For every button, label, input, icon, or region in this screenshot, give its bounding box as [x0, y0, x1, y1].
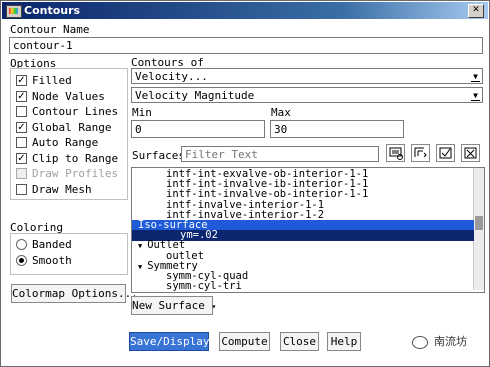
new-surface-button[interactable]: New Surface ▾ — [131, 296, 217, 315]
options-group: ✓ Filled ✓ Node Values Contour Lines ✓ Global … — [10, 68, 128, 200]
checkbox[interactable]: ✓ — [16, 152, 27, 164]
contours-category-value: Velocity... — [135, 70, 208, 83]
checkbox[interactable] — [16, 183, 27, 195]
filter-surfaces-icon[interactable] — [436, 144, 455, 162]
coloring-group: Banded Smooth — [10, 233, 128, 275]
surfaces-label: Surfaces — [132, 149, 185, 162]
chevron-down-icon: ▾ — [211, 302, 217, 311]
surfaces-list[interactable]: intf-int-exvalve-ob-interior-1-1 intf-int… — [131, 167, 485, 293]
checkbox[interactable]: ✓ — [16, 75, 27, 86]
checkbox[interactable] — [16, 137, 27, 148]
coloring-option-label: Smooth — [32, 254, 72, 267]
option-label: Auto Range — [32, 136, 99, 149]
title-bar[interactable]: Contours ✕ — [2, 2, 488, 19]
checkbox[interactable]: ✓ — [16, 121, 27, 133]
radio-button[interactable] — [16, 239, 27, 250]
max-input[interactable]: 30 — [270, 120, 404, 138]
checkbox — [16, 168, 27, 179]
new-surface-label: New Surface — [132, 299, 205, 312]
max-label: Max — [271, 106, 291, 119]
surface-label: ym=.02 — [180, 229, 218, 242]
coloring-option-label: Banded — [32, 238, 72, 251]
surfaces-filter-input[interactable] — [181, 146, 379, 162]
scrollbar-thumb[interactable] — [475, 216, 483, 230]
option-label: Node Values — [32, 89, 105, 103]
contours-dialog: Contours ✕ Contour Name contour-1 Option… — [0, 0, 490, 367]
option-label: Contour Lines — [32, 105, 119, 118]
checkbox[interactable]: ✓ — [16, 90, 27, 102]
option-label: Draw Profiles — [32, 167, 119, 180]
surface-label: symm-cyl-tri — [166, 280, 242, 293]
expand-arrow-icon[interactable]: ▼ — [138, 263, 142, 271]
option-label: Draw Mesh — [32, 182, 92, 196]
radio-button[interactable] — [16, 255, 27, 266]
window-title: Contours — [24, 4, 81, 17]
watermark-text: 南流坊 — [434, 335, 467, 348]
contours-quantity-value: Velocity Magnitude — [135, 89, 255, 102]
save-display-button[interactable]: Save/Display — [129, 332, 209, 351]
min-input[interactable]: 0 — [131, 120, 265, 138]
chevron-down-icon: ▼ — [471, 69, 480, 84]
expand-arrow-icon[interactable]: ▼ — [138, 242, 142, 250]
option-label: Filled — [32, 74, 72, 87]
close-button[interactable]: Close — [280, 332, 319, 351]
surfaces-scrollbar[interactable] — [473, 168, 484, 290]
sort-surfaces-icon[interactable] — [411, 144, 430, 162]
colormap-options-button[interactable]: Colormap Options... — [11, 284, 138, 303]
contours-quantity-select[interactable]: Velocity Magnitude ▼ — [131, 87, 483, 103]
close-icon[interactable]: ✕ — [468, 4, 484, 18]
watermark: 南流坊 — [412, 333, 467, 349]
deselect-surfaces-icon[interactable] — [461, 144, 480, 162]
select-all-surfaces-icon[interactable] — [386, 144, 405, 162]
min-label: Min — [132, 106, 152, 119]
help-button[interactable]: Help — [327, 332, 361, 351]
checkbox[interactable] — [16, 106, 27, 117]
option-label: Clip to Range — [32, 151, 119, 165]
contour-name-input[interactable]: contour-1 — [9, 37, 483, 54]
chevron-down-icon: ▼ — [471, 88, 480, 103]
app-icon — [6, 5, 22, 18]
list-item[interactable]: symm-cyl-tri — [132, 281, 242, 292]
contour-name-label: Contour Name — [10, 23, 90, 36]
wechat-icon — [412, 335, 428, 349]
option-label: Global Range — [32, 120, 112, 134]
contours-category-select[interactable]: Velocity... ▼ — [131, 68, 483, 84]
compute-button[interactable]: Compute — [219, 332, 270, 351]
